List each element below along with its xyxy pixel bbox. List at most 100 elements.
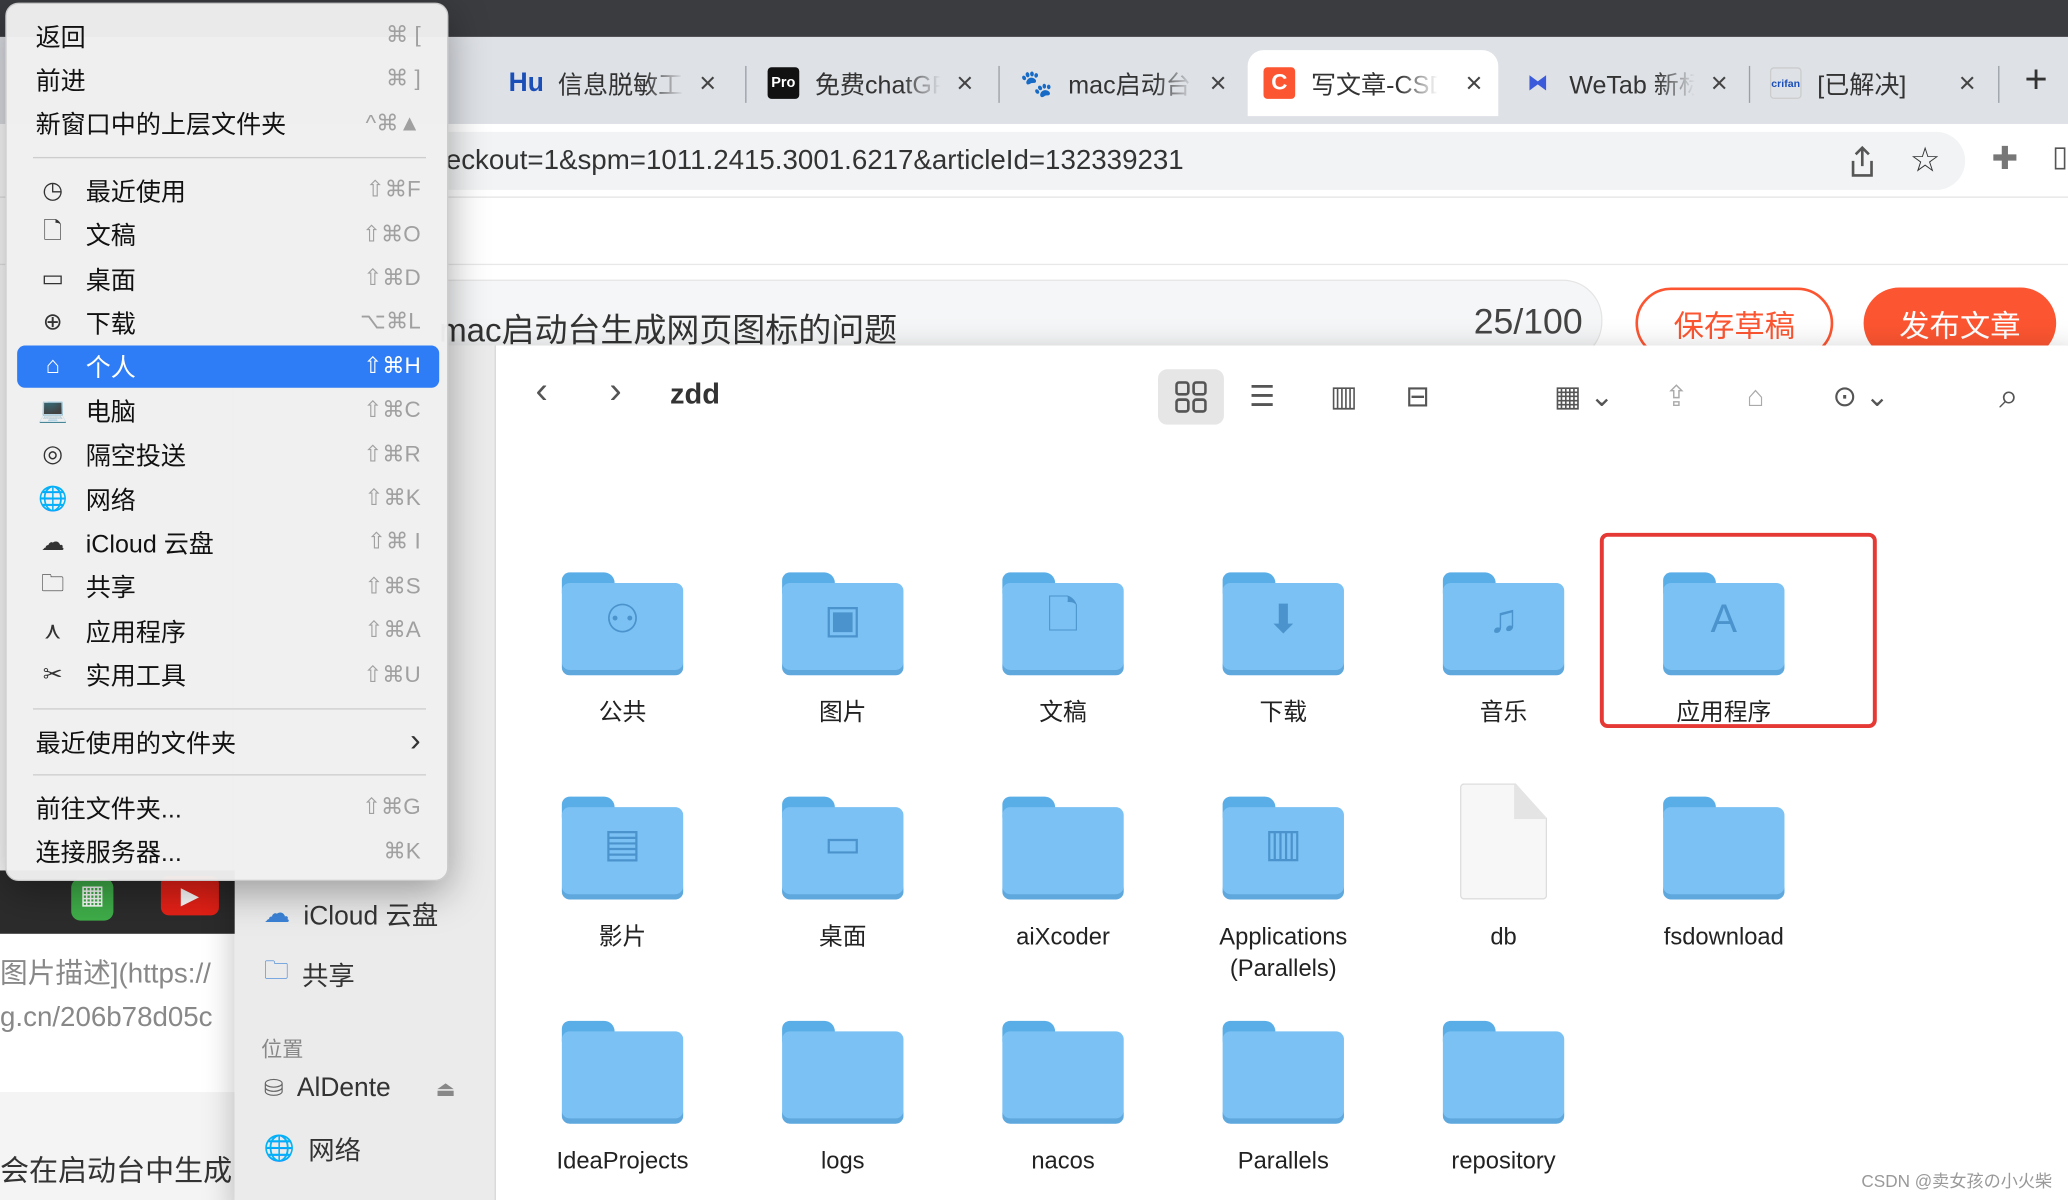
file-item[interactable]: db: [1398, 783, 1609, 953]
menu-item[interactable]: 返回 ⌘ [: [17, 15, 439, 57]
item-name: Applications (Parallels): [1219, 923, 1348, 982]
folder-item[interactable]: ▤ 影片: [517, 796, 728, 953]
address-bar[interactable]: eckout=1&spm=1011.2415.3001.6217&article…: [395, 131, 1966, 190]
folder-item[interactable]: 🗋 文稿: [958, 572, 1169, 728]
tab-resolved[interactable]: crifan [已解决] ×: [1754, 50, 1991, 116]
menu-item[interactable]: 前往文件夹... ⇧⌘G: [17, 787, 439, 829]
submenu-chevron-icon: ›: [410, 722, 421, 759]
item-name: 图片: [819, 699, 867, 726]
menu-item-label: 最近使用: [85, 178, 186, 207]
close-tab-icon[interactable]: ×: [1711, 66, 1728, 100]
menu-item[interactable]: 连接服务器... ⌘K: [17, 831, 439, 873]
menu-item[interactable]: 最近使用的文件夹 ›: [17, 720, 439, 762]
folder-item[interactable]: ⬇ 下载: [1178, 572, 1389, 728]
close-tab-icon[interactable]: ×: [1465, 66, 1482, 100]
more-actions-button[interactable]: ⊙ ⌄: [1815, 369, 1907, 424]
accessibility-icon: ⚇: [604, 598, 641, 642]
desktop-icon: ▭: [824, 822, 862, 866]
folder-item[interactable]: fsdownload: [1618, 796, 1829, 953]
menu-item[interactable]: 新窗口中的上层文件夹 ^⌘▲: [17, 103, 439, 145]
menu-item[interactable]: 💻 电脑 ⇧⌘C: [17, 389, 439, 431]
tab-write-article-csdn[interactable]: C 写文章-CSDN ×: [1247, 50, 1499, 117]
item-name: 下载: [1259, 699, 1308, 726]
folder-item[interactable]: ⚇ 公共: [517, 572, 728, 728]
item-name: 影片: [598, 923, 647, 950]
screen: Hu 信息脱敏工 × Pro 免费chatGPT × 🐾 mac启动台 × C …: [0, 0, 2068, 1200]
menu-item-label: 最近使用的文件夹: [35, 730, 237, 758]
new-tab-button[interactable]: +: [2025, 58, 2048, 103]
close-tab-icon[interactable]: ×: [1210, 66, 1227, 100]
menu-item-label: 前往文件夹...: [35, 796, 182, 825]
drive-icon: ⛁: [263, 1074, 284, 1102]
folder-item[interactable]: ▣ 图片: [737, 572, 948, 728]
sidebar-item-network[interactable]: 🌐 网络: [264, 1129, 361, 1167]
folder-item[interactable]: ▭ 桌面: [737, 796, 948, 953]
share-icon[interactable]: [1846, 145, 1878, 179]
airdrop-icon: ◎: [42, 440, 64, 468]
close-tab-icon[interactable]: ×: [699, 66, 716, 100]
menu-shortcut: ⇧⌘A: [364, 617, 421, 643]
menu-item[interactable]: ◎ 隔空投送 ⇧⌘R: [17, 433, 439, 475]
close-tab-icon[interactable]: ×: [956, 66, 973, 100]
close-tab-icon[interactable]: ×: [1959, 66, 1976, 100]
menu-item[interactable]: ☁ iCloud 云盘 ⇧⌘ I: [17, 521, 439, 563]
folder-item[interactable]: ▥ Applications (Parallels): [1178, 796, 1389, 984]
sidebar-item-icloud[interactable]: ☁ iCloud 云盘: [264, 894, 438, 932]
folder-item[interactable]: logs: [737, 1020, 948, 1177]
folder-icon: [1002, 1020, 1124, 1124]
menu-item[interactable]: ⋏ 应用程序 ⇧⌘A: [17, 610, 439, 652]
gallery-view-button[interactable]: ⊟: [1385, 369, 1451, 424]
item-name: 音乐: [1479, 699, 1528, 726]
column-view-button[interactable]: ▥: [1311, 369, 1377, 424]
bookmark-star-icon[interactable]: ☆: [1910, 140, 1941, 181]
menu-item-label: 连接服务器...: [35, 840, 182, 869]
folder-item[interactable]: IdeaProjects: [517, 1020, 728, 1177]
folder-item[interactable]: ♫ 音乐: [1398, 572, 1609, 728]
tab-mac-launchpad[interactable]: 🐾 mac启动台 ×: [1005, 50, 1242, 116]
item-name: IdeaProjects: [556, 1147, 689, 1174]
search-icon: ⌕: [1999, 375, 2019, 416]
menu-item-label: 共享: [85, 575, 136, 604]
menu-shortcut: ⌘ ]: [385, 66, 421, 92]
menu-item-label: 实用工具: [85, 663, 186, 692]
tab-wetab[interactable]: ⧓ WeTab 新标 ×: [1506, 50, 1743, 116]
menu-shortcut: ⇧⌘K: [364, 485, 421, 511]
folder-item[interactable]: Parallels: [1178, 1020, 1389, 1177]
group-by-button[interactable]: ▦ ⌄: [1538, 369, 1630, 424]
menu-shortcut: ⇧⌘ I: [367, 529, 421, 555]
url-text[interactable]: eckout=1&spm=1011.2415.3001.6217&article…: [446, 145, 1184, 177]
share-button[interactable]: ⇪: [1643, 369, 1709, 424]
side-panel-icon[interactable]: ▯: [2052, 140, 2068, 174]
folder-icon: [1002, 796, 1124, 900]
menu-item[interactable]: 🌐 网络 ⇧⌘K: [17, 477, 439, 519]
search-button[interactable]: ⌕: [1976, 369, 2042, 424]
menu-item[interactable]: 前进 ⌘ ]: [17, 59, 439, 101]
sidebar-item-shared[interactable]: 🗀 共享: [264, 952, 355, 994]
menu-item[interactable]: ◷ 最近使用 ⇧⌘F: [17, 169, 439, 211]
tab-title: 信息脱敏工: [557, 71, 684, 100]
extensions-puzzle-icon[interactable]: ✚: [1992, 140, 2019, 178]
menu-item[interactable]: ✂ 实用工具 ⇧⌘U: [17, 654, 439, 696]
back-chevron-icon[interactable]: ‹: [535, 369, 547, 411]
folder-item[interactable]: repository: [1398, 1020, 1609, 1177]
folder-item[interactable]: nacos: [958, 1020, 1169, 1177]
menu-item[interactable]: 🗋 文稿 ⇧⌘O: [17, 213, 439, 255]
menu-item[interactable]: ⌂ 个人 ⇧⌘H: [17, 345, 440, 388]
tab-info-desensitize[interactable]: Hu 信息脱敏工 ×: [495, 50, 732, 116]
sidebar-item-aldente[interactable]: ⛁ AlDente ⏏: [264, 1074, 456, 1104]
eject-icon[interactable]: ⏏: [436, 1076, 456, 1102]
menu-item-label: 桌面: [85, 267, 136, 295]
forward-chevron-icon[interactable]: ›: [609, 369, 621, 411]
folder-item[interactable]: aiXcoder: [958, 796, 1169, 953]
menu-item[interactable]: 🗀 共享 ⇧⌘S: [17, 566, 439, 608]
menu-item-label: 前进: [35, 68, 86, 97]
csdn-watermark: CSDN @卖女孩の小火柴: [1861, 1171, 2053, 1191]
tab-free-chatgpt[interactable]: Pro 免费chatGPT ×: [752, 50, 989, 116]
group-grid-icon: ▦ ⌄: [1554, 379, 1614, 413]
menu-item[interactable]: ⊕ 下载 ⌥⌘L: [17, 301, 439, 343]
tag-button[interactable]: ⌂: [1722, 369, 1788, 424]
icon-view-button[interactable]: [1157, 369, 1224, 425]
menu-item[interactable]: ▭ 桌面 ⇧⌘D: [17, 257, 439, 299]
list-view-button[interactable]: ☰: [1229, 369, 1295, 424]
item-name: 桌面: [819, 923, 867, 950]
